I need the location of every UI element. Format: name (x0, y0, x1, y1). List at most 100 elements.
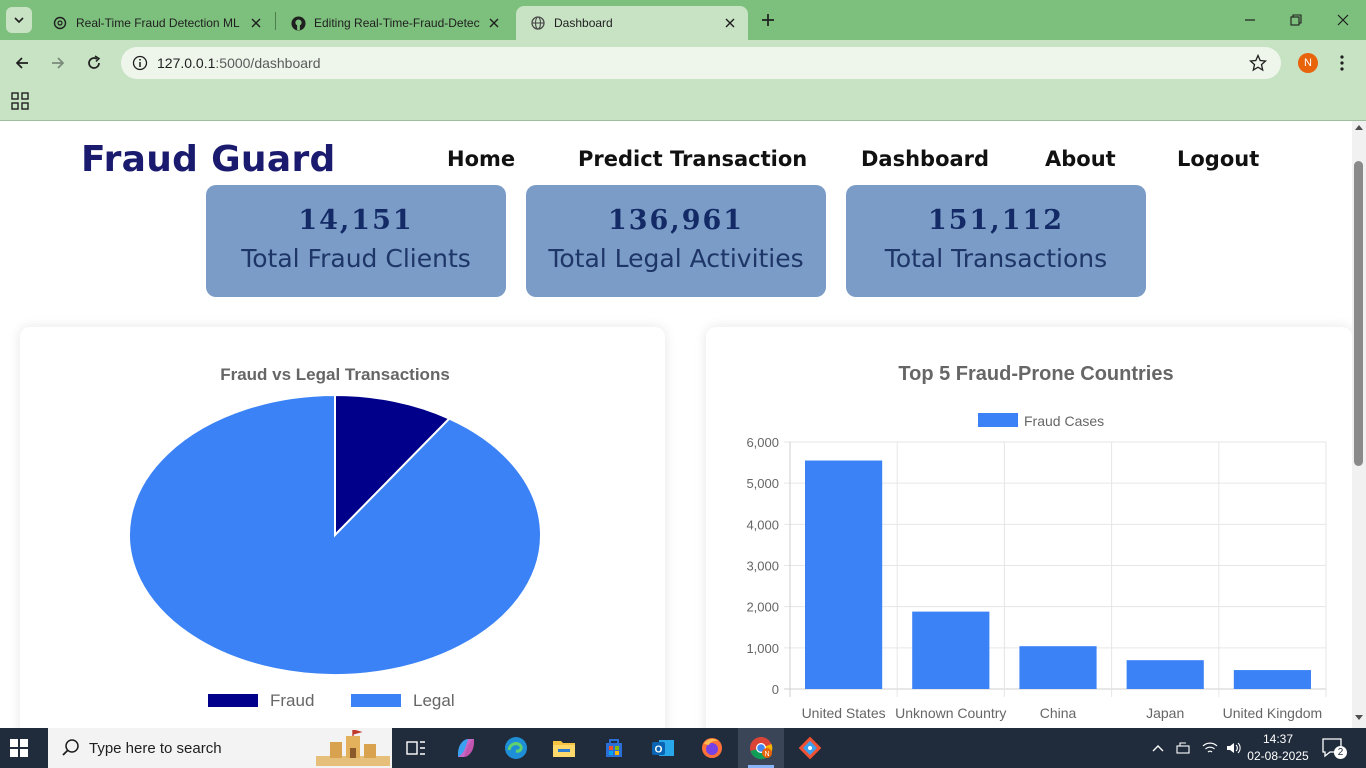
stat-card-legal-activities: 136,961 Total Legal Activities (526, 185, 826, 297)
bar-united-kingdom[interactable] (1233, 670, 1311, 689)
tab-github-editing[interactable]: Editing Real-Time-Fraud-Detect (276, 6, 512, 40)
close-icon[interactable] (722, 15, 738, 31)
x-tick-label: United States (802, 705, 886, 721)
legend-label: Fraud Cases (1024, 413, 1104, 429)
pie-chart: Fraud vs Legal Transactions Fraud Legal (128, 365, 542, 710)
outlook-icon: O (652, 740, 674, 756)
legend-label-fraud[interactable]: Fraud (270, 691, 314, 710)
firefox-icon (702, 738, 722, 758)
wifi-icon[interactable] (1202, 741, 1218, 755)
close-window-button[interactable] (1331, 8, 1355, 32)
minimize-button[interactable] (1238, 8, 1262, 32)
task-view-button[interactable] (402, 734, 430, 762)
stat-label: Total Transactions (884, 244, 1108, 273)
edge-icon (505, 737, 527, 759)
restore-button[interactable] (1284, 8, 1308, 32)
legend-swatch-fraud[interactable] (208, 694, 258, 707)
task-view-icon (406, 741, 425, 755)
tab-fraud-detection-ml[interactable]: Real-Time Fraud Detection ML (38, 6, 274, 40)
chevron-up-icon[interactable] (1152, 743, 1164, 753)
browser-menu-button[interactable] (1334, 52, 1350, 74)
bar-chart-panel: Top 5 Fraud-Prone Countries Fraud Cases … (706, 327, 1352, 728)
apps-grid-icon[interactable] (11, 92, 29, 110)
pie-slice-legal[interactable] (128, 393, 542, 676)
bar-unknown-country[interactable] (912, 611, 990, 689)
reload-icon (88, 55, 101, 69)
stat-label: Total Fraud Clients (241, 244, 471, 273)
x-tick-label: Unknown Country (895, 705, 1006, 721)
taskbar-edge[interactable] (502, 734, 530, 762)
tab-dashboard[interactable]: Dashboard (516, 6, 748, 40)
brand-logo[interactable]: Fraud Guard (81, 139, 336, 180)
reload-button[interactable] (80, 49, 108, 77)
taskbar-firefox[interactable] (698, 734, 726, 762)
y-tick-label: 4,000 (746, 517, 779, 532)
scroll-down-arrow-icon[interactable] (1355, 715, 1363, 720)
taskbar-chrome-active[interactable]: N (738, 728, 784, 768)
bookmarks-bar (0, 85, 1366, 121)
tab-search-button[interactable] (6, 7, 32, 33)
new-tab-button[interactable] (756, 8, 780, 32)
taskbar-outlook[interactable]: O (649, 734, 677, 762)
pie-chart-title: Fraud vs Legal Transactions (220, 365, 450, 384)
x-tick-label: United Kingdom (1223, 705, 1323, 721)
legend-swatch-legal[interactable] (351, 694, 401, 707)
git-icon (798, 736, 822, 760)
plus-icon (762, 14, 774, 26)
tab-title: Real-Time Fraud Detection ML (76, 16, 240, 30)
arrow-right-icon (52, 57, 65, 69)
bar-japan[interactable] (1126, 660, 1204, 689)
nav-logout[interactable]: Logout (1177, 147, 1259, 171)
page-scrollbar[interactable] (1352, 121, 1366, 728)
folder-icon (553, 741, 575, 757)
nav-home[interactable]: Home (447, 147, 515, 171)
more-vertical-icon (1340, 55, 1344, 71)
close-icon[interactable] (248, 15, 264, 31)
battery-icon[interactable] (1176, 741, 1192, 755)
taskbar-clock[interactable]: 14:37 02-08-2025 (1246, 731, 1310, 765)
close-icon (1337, 14, 1349, 26)
address-bar[interactable]: 127.0.0.1:5000/dashboard (121, 47, 1281, 79)
profile-avatar[interactable]: N (1298, 53, 1318, 73)
bookmark-star-icon[interactable] (1249, 54, 1267, 72)
scroll-thumb[interactable] (1354, 161, 1363, 466)
taskbar-file-explorer[interactable] (550, 734, 578, 762)
close-icon[interactable] (486, 15, 502, 31)
sandcastle-icon (316, 730, 390, 766)
nav-about[interactable]: About (1045, 147, 1116, 171)
stat-value: 14,151 (298, 205, 414, 236)
tab-title: Dashboard (554, 16, 613, 30)
stat-value: 151,112 (927, 205, 1065, 236)
notification-count: 2 (1334, 746, 1347, 759)
legend-swatch (978, 413, 1018, 427)
volume-icon[interactable] (1226, 741, 1242, 755)
site-info-icon[interactable] (123, 55, 157, 71)
taskbar-search[interactable]: Type here to search (48, 728, 392, 768)
x-tick-label: Japan (1146, 705, 1184, 721)
store-icon (606, 739, 622, 757)
bar-china[interactable] (1019, 646, 1097, 689)
nav-predict-transaction[interactable]: Predict Transaction (578, 147, 807, 171)
url-path: :5000/dashboard (215, 55, 321, 71)
taskbar-microsoft-store[interactable] (600, 734, 628, 762)
nav-dashboard[interactable]: Dashboard (861, 147, 989, 171)
stat-label: Total Legal Activities (548, 244, 804, 273)
stat-card-fraud-clients: 14,151 Total Fraud Clients (206, 185, 506, 297)
chevron-down-icon (14, 17, 24, 24)
search-placeholder: Type here to search (89, 739, 222, 757)
bar-united-states[interactable] (805, 460, 883, 689)
back-button[interactable] (8, 49, 36, 77)
forward-button[interactable] (44, 49, 72, 77)
scroll-up-arrow-icon[interactable] (1355, 125, 1363, 130)
y-tick-label: 3,000 (746, 559, 779, 574)
windows-start-icon[interactable] (10, 739, 28, 757)
openai-icon (52, 15, 68, 31)
taskbar-copilot[interactable] (452, 734, 480, 762)
x-tick-label: China (1040, 705, 1077, 721)
legend-label-legal[interactable]: Legal (413, 691, 455, 710)
notification-center-button[interactable]: 2 (1322, 738, 1347, 760)
taskbar-git[interactable] (796, 734, 824, 762)
y-tick-label: 2,000 (746, 600, 779, 615)
minimize-icon (1245, 19, 1255, 21)
tab-title: Editing Real-Time-Fraud-Detect (314, 16, 480, 30)
